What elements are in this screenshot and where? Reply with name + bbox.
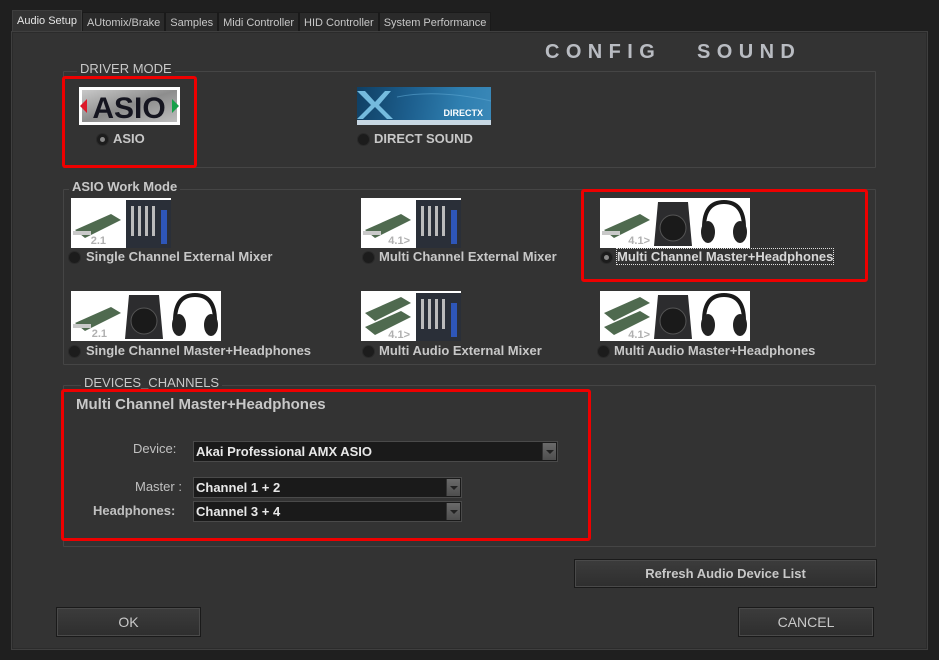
- work-mode-radio-multi-audio-external-mixer[interactable]: [362, 345, 375, 358]
- headphones-channel-select[interactable]: Channel 3 + 4: [193, 501, 462, 522]
- devices-mode-title: Multi Channel Master+Headphones: [76, 396, 326, 413]
- channel-badge: 2.1: [91, 235, 106, 247]
- channel-badge: 4.1>: [388, 329, 410, 341]
- tab-bar: Audio Setup AUtomix/Brake Samples Midi C…: [12, 10, 492, 33]
- devices-channels-label: DEVICES_CHANNELS: [81, 375, 223, 390]
- work-mode-label-multi-channel-master-headphones[interactable]: Multi Channel Master+Headphones: [615, 248, 835, 265]
- work-mode-thumb-single-channel-external-mixer[interactable]: 2.1: [71, 198, 171, 248]
- cancel-button[interactable]: CANCEL: [738, 607, 874, 637]
- sound-card-mixer-icon: 4.1>: [363, 200, 461, 248]
- work-mode-thumb-single-channel-master-headphones[interactable]: 2.1: [71, 291, 221, 341]
- tab-samples[interactable]: Samples: [165, 12, 219, 33]
- refresh-audio-device-list-button[interactable]: Refresh Audio Device List: [574, 559, 877, 588]
- work-mode-label-single-channel-external-mixer[interactable]: Single Channel External Mixer: [86, 249, 272, 264]
- work-mode-radio-multi-channel-external-mixer[interactable]: [362, 251, 375, 264]
- chevron-down-icon[interactable]: [446, 479, 460, 496]
- work-mode-radio-multi-channel-master-headphones[interactable]: [600, 251, 613, 264]
- dual-sound-card-speaker-headphones-icon: 4.1>: [604, 292, 747, 341]
- ok-button[interactable]: OK: [56, 607, 201, 637]
- channel-badge: 2.1: [92, 328, 107, 340]
- channel-badge: 4.1>: [628, 329, 650, 341]
- device-select-value: Akai Professional AMX ASIO: [196, 444, 373, 459]
- tab-automix-brake[interactable]: AUtomix/Brake: [81, 12, 166, 33]
- work-mode-radio-multi-audio-master-headphones[interactable]: [597, 345, 610, 358]
- work-mode-radio-single-channel-master-headphones[interactable]: [68, 345, 81, 358]
- asio-logo-text: ASIO: [92, 92, 165, 125]
- chevron-down-icon[interactable]: [542, 443, 556, 460]
- channel-badge: 4.1>: [388, 235, 410, 247]
- asio-logo-image[interactable]: ASIO: [79, 87, 180, 125]
- work-mode-thumb-multi-audio-external-mixer[interactable]: 4.1>: [361, 291, 461, 341]
- tab-hid-controller[interactable]: HID Controller: [299, 12, 379, 33]
- asio-radio[interactable]: [96, 133, 109, 146]
- work-mode-thumb-multi-channel-master-headphones[interactable]: 4.1>: [600, 198, 750, 248]
- headphones-channel-value: Channel 3 + 4: [196, 504, 281, 519]
- master-channel-select[interactable]: Channel 1 + 2: [193, 477, 462, 498]
- master-channel-value: Channel 1 + 2: [196, 480, 281, 495]
- tab-audio-setup[interactable]: Audio Setup: [12, 10, 82, 33]
- device-select[interactable]: Akai Professional AMX ASIO: [193, 441, 558, 462]
- work-mode-thumb-multi-audio-master-headphones[interactable]: 4.1>: [600, 291, 750, 341]
- tab-system-performance[interactable]: System Performance: [378, 12, 492, 33]
- asio-logo-icon: ASIO: [80, 90, 179, 125]
- dual-sound-card-mixer-icon: 4.1>: [365, 293, 461, 341]
- driver-mode-label: DRIVER MODE: [77, 61, 175, 76]
- channel-badge: 4.1>: [628, 235, 650, 247]
- direct-sound-radio[interactable]: [357, 133, 370, 146]
- page-title: CONFIG SOUND: [545, 41, 802, 63]
- device-label: Device:: [133, 441, 177, 456]
- work-mode-label-single-channel-master-headphones[interactable]: Single Channel Master+Headphones: [86, 343, 311, 358]
- directx-logo-image[interactable]: DIRECTX: [357, 87, 491, 125]
- tab-midi-controller[interactable]: Midi Controller: [218, 12, 300, 33]
- work-mode-radio-single-channel-external-mixer[interactable]: [68, 251, 81, 264]
- sound-card-mixer-icon: 2.1: [73, 200, 171, 248]
- headphones-label: Headphones:: [93, 503, 176, 518]
- work-mode-thumb-multi-channel-external-mixer[interactable]: 4.1>: [361, 198, 461, 248]
- asio-work-mode-label: ASIO Work Mode: [69, 179, 181, 194]
- directx-logo-icon: DIRECTX: [357, 91, 491, 125]
- work-mode-label-multi-audio-master-headphones[interactable]: Multi Audio Master+Headphones: [614, 343, 815, 358]
- work-mode-label-multi-audio-external-mixer[interactable]: Multi Audio External Mixer: [379, 343, 542, 358]
- sound-card-speaker-headphones-icon: 2.1: [73, 292, 218, 340]
- asio-radio-label[interactable]: ASIO: [113, 131, 145, 146]
- directx-logo-text: DIRECTX: [443, 108, 483, 118]
- sound-card-speaker-headphones-icon: 4.1>: [602, 199, 747, 247]
- work-mode-label-multi-channel-external-mixer[interactable]: Multi Channel External Mixer: [379, 249, 557, 264]
- master-label: Master :: [135, 479, 182, 494]
- direct-sound-radio-label[interactable]: DIRECT SOUND: [374, 131, 473, 146]
- chevron-down-icon[interactable]: [446, 503, 460, 520]
